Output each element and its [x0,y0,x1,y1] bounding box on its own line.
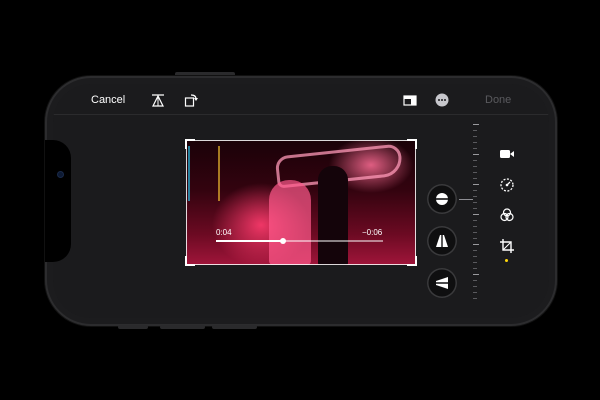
dial-tick [473,214,479,215]
scrubber-handle[interactable] [279,238,286,244]
dial-tick [473,136,477,137]
rotate-icon[interactable] [184,93,198,107]
dial-tick [473,148,477,149]
dial-tick [473,142,477,143]
dial-tick [473,256,477,257]
horizontal-perspective-button[interactable] [427,268,457,298]
video-icon[interactable] [499,146,515,162]
dial-tick [473,298,477,299]
dial-tick [473,202,477,203]
remaining-time: −0:06 [362,228,383,237]
dial-pointer [459,199,473,200]
dial-tick [473,274,479,275]
edit-toolbar: Cancel Done [53,84,549,114]
dial-tick [473,268,477,269]
dial-tick [473,178,477,179]
dial-tick [473,250,477,251]
dial-tick [473,226,477,227]
adjust-icon[interactable] [499,177,515,193]
dial-tick [473,130,477,131]
perspective-icon[interactable] [151,93,165,107]
dial-tick [473,124,479,125]
cancel-button[interactable]: Cancel [91,94,125,106]
vertical-perspective-button[interactable] [427,226,457,256]
crop-icon[interactable] [499,238,515,254]
video-preview[interactable]: 0:04 −0:06 [186,140,416,265]
dial-tick [473,154,479,155]
scrubber-progress [216,240,283,242]
scrubber-track[interactable] [216,238,383,244]
mute-switch [118,325,148,329]
dial-tick [473,238,477,239]
dial-tick [473,160,477,161]
more-icon[interactable] [435,93,449,107]
aspect-ratio-icon[interactable] [403,93,417,107]
front-camera [58,172,63,177]
dial-tick [473,280,477,281]
filters-icon[interactable] [499,207,515,223]
volume-up-button [160,325,205,329]
edit-screen: Cancel Done 0:04 −0:06 [53,84,549,318]
dial-tick [473,262,477,263]
dial-tick [473,172,477,173]
dial-tick [473,190,477,191]
groom-figure [318,166,348,265]
dial-tick [473,196,477,197]
done-button[interactable]: Done [485,94,511,106]
sensor-housing [45,140,71,262]
dial-tick [473,232,477,233]
dial-tick [473,292,477,293]
dial-tick [473,166,477,167]
dial-tick [473,244,479,245]
straighten-button[interactable] [427,184,457,214]
dial-tick [473,286,477,287]
volume-down-button [212,325,257,329]
neon-sign-left [188,146,220,201]
active-tool-indicator [505,259,508,262]
dial-tick [473,208,477,209]
elapsed-time: 0:04 [216,228,232,237]
bride-figure [269,180,311,265]
dial-tick [473,184,479,185]
toolbar-divider [53,114,549,115]
dial-tick [473,220,477,221]
